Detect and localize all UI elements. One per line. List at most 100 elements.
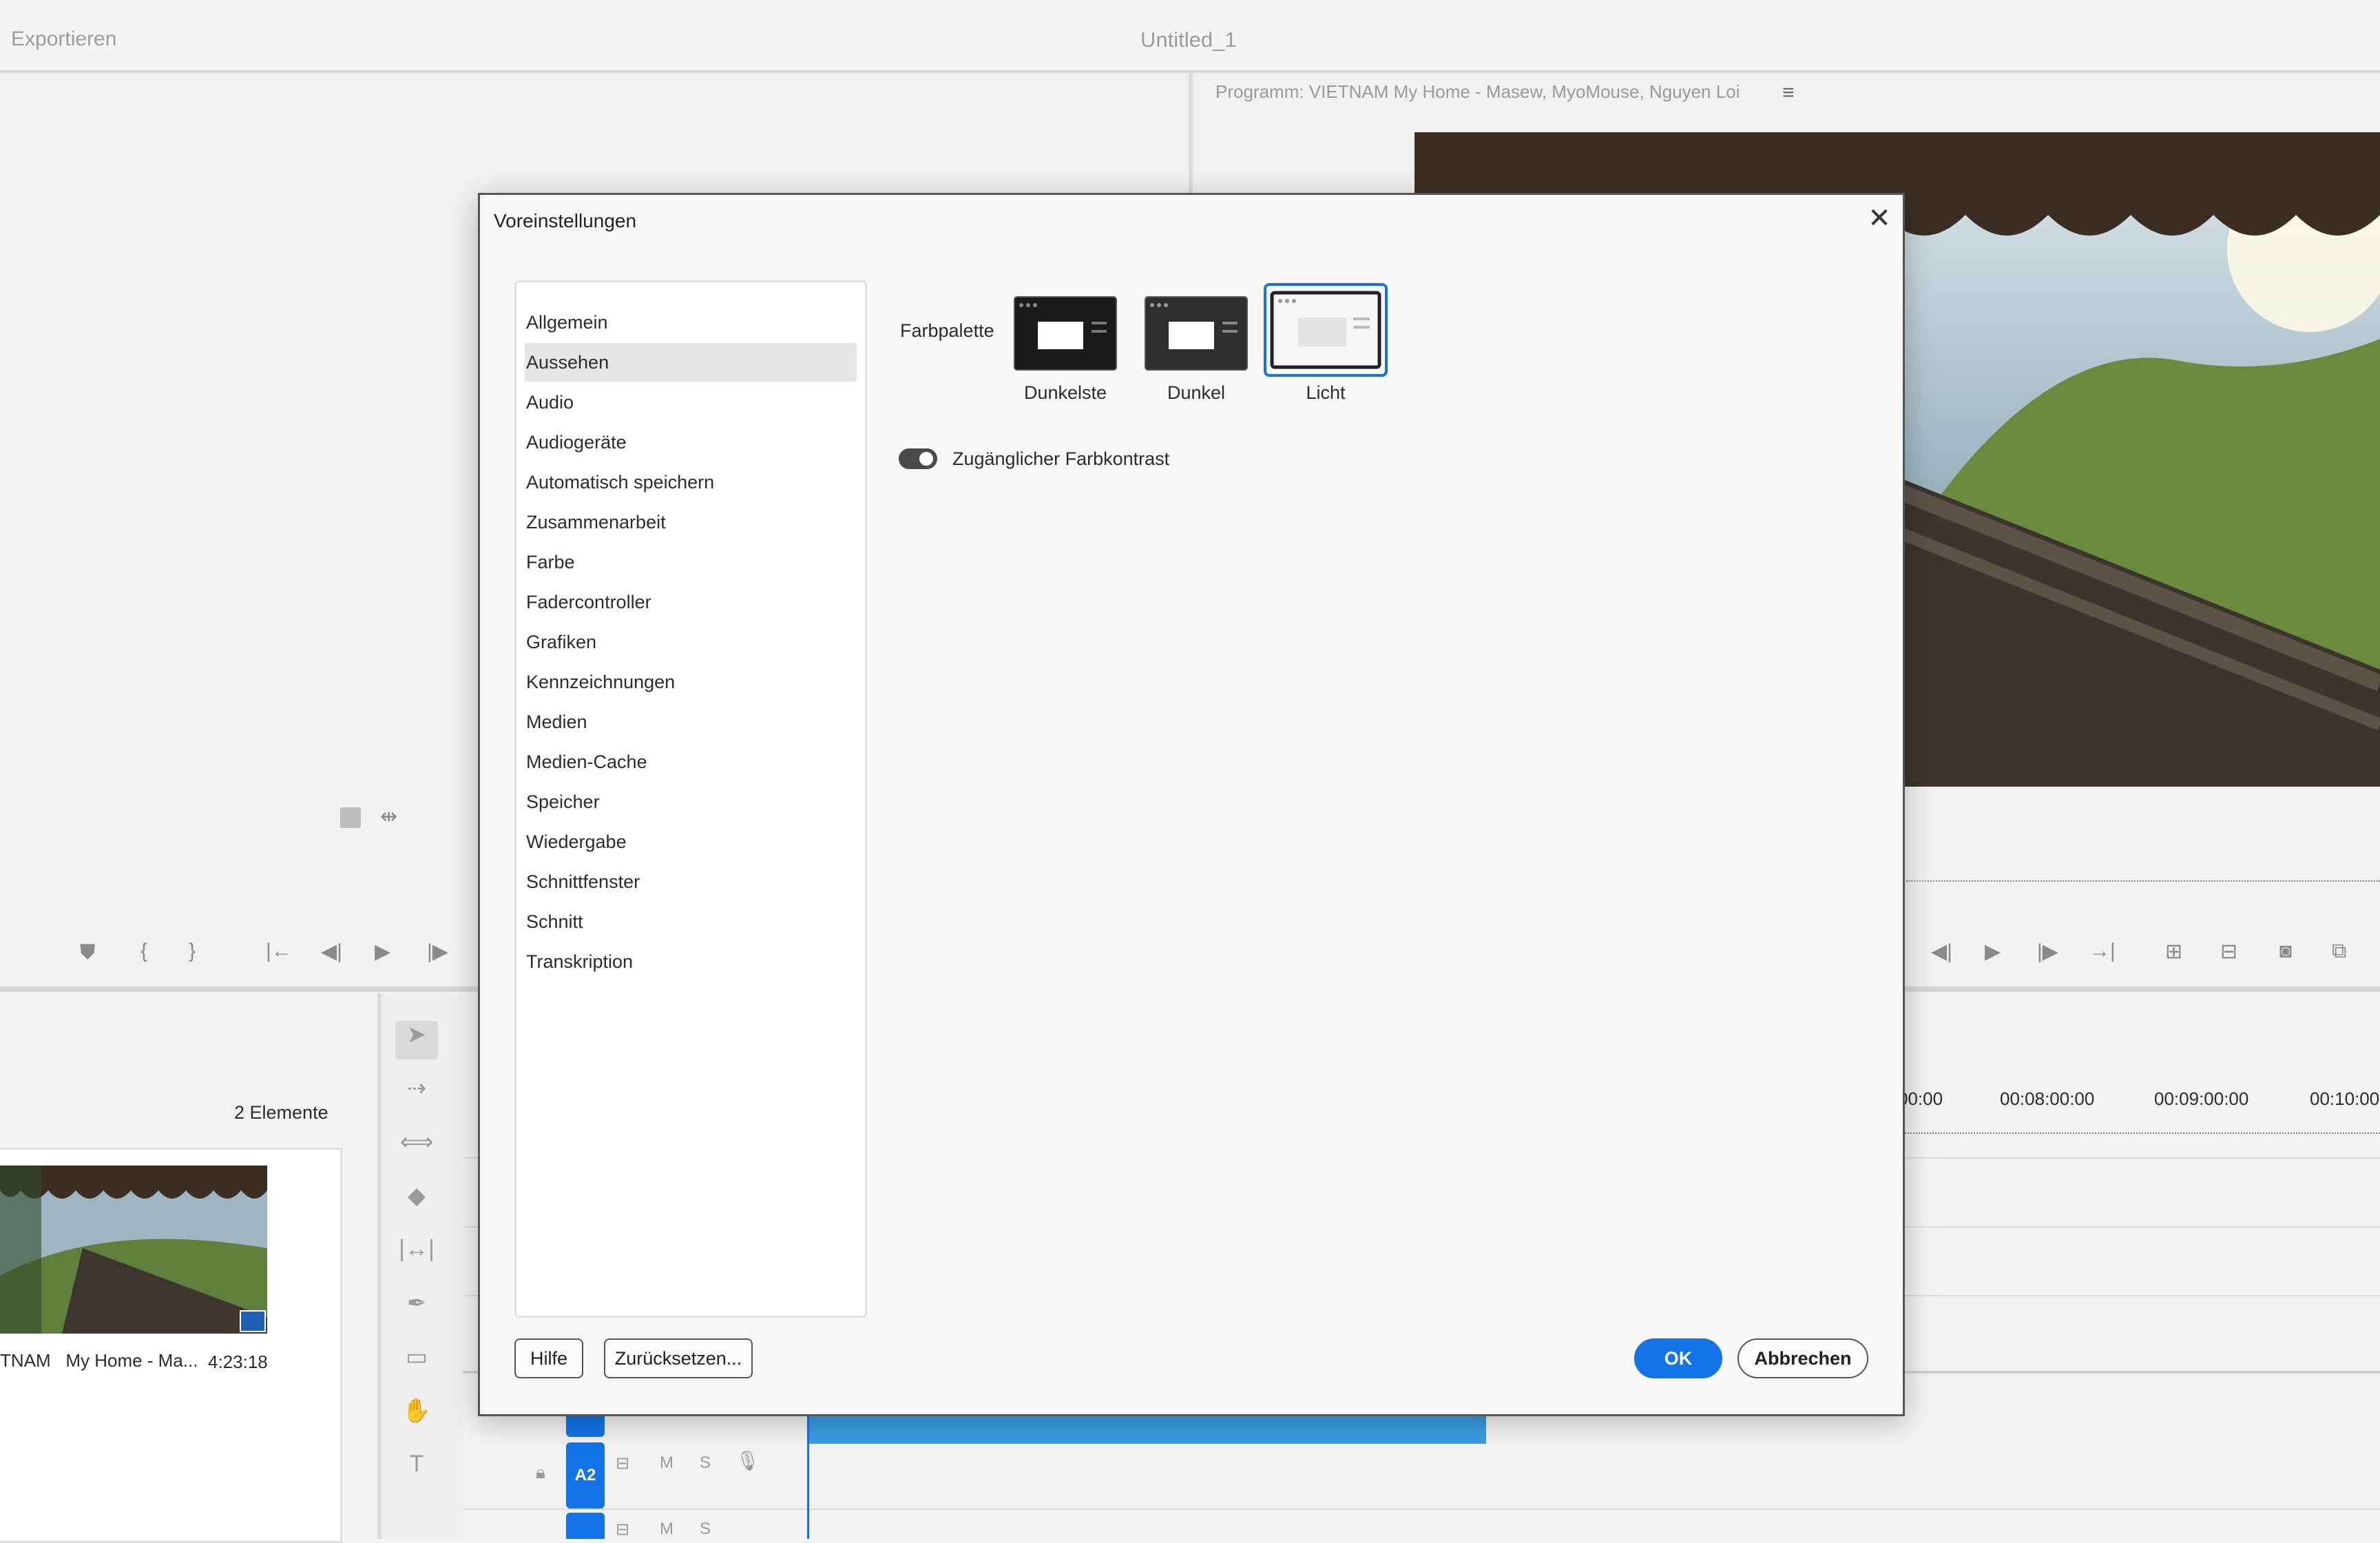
category-grafiken[interactable]: Grafiken (525, 623, 857, 661)
source-insert-icon[interactable]: ⇹ (380, 805, 397, 829)
clip-thumbnail[interactable] (0, 1166, 267, 1334)
clip-badge-icon (240, 1310, 266, 1332)
step-forward-icon[interactable]: |▶ (427, 940, 448, 964)
accessible-contrast-label: Zugänglicher Farbkontrast (952, 448, 1170, 469)
category-audio[interactable]: Audio (525, 383, 857, 422)
category-label: Aussehen (526, 352, 609, 373)
hand-tool-icon[interactable]: ✋ (395, 1397, 438, 1436)
category-label: Medien (526, 712, 587, 732)
hamburger-menu-icon[interactable]: ≡ (1782, 81, 1795, 105)
palette-darkest-option[interactable] (1010, 291, 1120, 373)
track-a2-mute[interactable]: M (660, 1453, 674, 1473)
category-label: Grafiken (526, 632, 597, 652)
category-allgemein[interactable]: Allgemein (525, 303, 857, 342)
export-tab[interactable]: Exportieren (11, 28, 116, 51)
close-icon[interactable]: ✕ (1864, 203, 1894, 234)
play-icon[interactable]: ▶ (375, 940, 390, 964)
program-go-to-out-icon[interactable]: →| (2089, 940, 2116, 963)
category-transkription[interactable]: Transkription (525, 942, 857, 981)
add-marker-icon[interactable]: ⛊ (80, 941, 96, 964)
category-kennzeichnungen[interactable]: Kennzeichnungen (525, 663, 857, 701)
step-back-icon[interactable]: ◀| (321, 940, 342, 964)
comparison-view-icon[interactable]: ⧉ (2332, 940, 2346, 963)
category-label: Fadercontroller (526, 592, 651, 612)
category-label: Schnittfenster (526, 871, 640, 892)
selection-tool-icon[interactable]: ➤ (395, 1021, 438, 1059)
dialog-title-bar[interactable] (480, 195, 1903, 245)
extract-icon[interactable]: ⊟ (2220, 940, 2237, 964)
category-label: Allgemein (526, 312, 608, 333)
type-tool-icon[interactable]: T (395, 1451, 438, 1489)
rectangle-tool-icon[interactable]: ▭ (395, 1343, 438, 1382)
category-fadercontroller[interactable]: Fadercontroller (525, 583, 857, 621)
category-wiedergabe[interactable]: Wiedergabe (525, 822, 857, 861)
category-label: Audiogeräte (526, 432, 627, 453)
category-zusammenarbeit[interactable]: Zusammenarbeit (525, 503, 857, 541)
playhead[interactable] (807, 1405, 809, 1539)
program-step-back-icon[interactable]: ◀| (1931, 940, 1952, 964)
toggle-knob (919, 452, 933, 466)
track-a2-solo[interactable]: S (700, 1453, 711, 1473)
category-schnittfenster[interactable]: Schnittfenster (525, 862, 857, 901)
cancel-button[interactable]: Abbrechen (1737, 1338, 1868, 1378)
microphone-icon[interactable]: 🎙︎ (735, 1449, 760, 1472)
help-button[interactable]: Hilfe (514, 1338, 583, 1378)
category-schnitt[interactable]: Schnitt (525, 902, 857, 941)
track-a2-button[interactable]: A2 (566, 1442, 605, 1509)
category-label: Farbe (526, 552, 575, 572)
reset-button[interactable]: Zurücksetzen... (604, 1338, 753, 1378)
category-automatisch-speichern[interactable]: Automatisch speichern (525, 463, 857, 501)
category-label: Automatisch speichern (526, 472, 715, 493)
clip-name[interactable]: TNAM My Home - Ma... (0, 1350, 198, 1371)
palette-light-thumbnail (1270, 291, 1381, 369)
accessible-contrast-toggle[interactable] (899, 448, 937, 469)
category-label: Kennzeichnungen (526, 672, 676, 692)
export-frame-icon[interactable]: ◙ (2279, 940, 2292, 963)
category-medien[interactable]: Medien (525, 703, 857, 741)
palette-dark-label: Dunkel (1167, 382, 1226, 403)
palette-darkest-thumbnail (1014, 296, 1117, 371)
track-a3-solo[interactable]: S (700, 1520, 711, 1539)
category-speicher[interactable]: Speicher (525, 783, 857, 821)
palette-light-label: Licht (1306, 382, 1346, 403)
palette-light-option[interactable] (1264, 283, 1388, 377)
sync-lock-icon[interactable]: ⊟ (616, 1520, 629, 1540)
go-to-in-icon[interactable]: |← (266, 940, 292, 963)
timeline-ruler[interactable] (1905, 1116, 2380, 1134)
timecode-4: 00:10:00 (2310, 1088, 2380, 1109)
category-label: Schnitt (526, 911, 583, 932)
program-play-icon[interactable]: ▶ (1985, 940, 2001, 964)
timecode-2: 00:08:00:00 (2000, 1088, 2095, 1109)
track-a3-mute[interactable]: M (660, 1520, 674, 1539)
lock-icon[interactable]: 🔒︎ (536, 1462, 545, 1484)
mark-in-icon[interactable]: { (140, 940, 147, 963)
category-farbe[interactable]: Farbe (525, 543, 857, 581)
razor-tool-icon[interactable]: ◆ (395, 1182, 438, 1221)
source-settings-icon[interactable] (340, 807, 361, 828)
program-monitor-header: Programm: VIETNAM My Home - Masew, MyoMo… (1215, 81, 1740, 102)
clip-thumbnail-image (0, 1166, 267, 1334)
category-label: Wiedergabe (526, 831, 627, 852)
document-title: Untitled_1 (1140, 28, 1237, 52)
palette-dark-option[interactable] (1141, 291, 1251, 373)
slip-tool-icon[interactable]: |↔| (395, 1236, 438, 1274)
timecode-3: 00:09:00:00 (2154, 1088, 2249, 1109)
category-audiogeraete[interactable]: Audiogeräte (525, 423, 857, 462)
track-a3-button[interactable] (566, 1513, 605, 1539)
ok-button[interactable]: OK (1634, 1338, 1722, 1378)
category-label: Transkription (526, 951, 634, 972)
sync-lock-icon[interactable]: ⊟ (616, 1453, 629, 1473)
category-aussehen[interactable]: Aussehen (525, 343, 857, 382)
program-time-ruler[interactable] (1906, 860, 2380, 882)
category-list: Allgemein Aussehen Audio Audiogeräte Aut… (514, 280, 867, 1318)
lift-icon[interactable]: ⊞ (2165, 940, 2182, 964)
project-item-count: 2 Elemente (234, 1102, 328, 1123)
program-step-forward-icon[interactable]: |▶ (2037, 940, 2058, 964)
ripple-edit-tool-icon[interactable]: ⟺ (395, 1128, 438, 1167)
pen-tool-icon[interactable]: ✒ (395, 1290, 438, 1328)
palette-dark-thumbnail (1145, 296, 1248, 371)
title-bar: Exportieren Untitled_1 (0, 7, 2380, 73)
category-medien-cache[interactable]: Medien-Cache (525, 743, 857, 781)
mark-out-icon[interactable]: } (189, 940, 196, 963)
track-select-tool-icon[interactable]: ⇢ (395, 1075, 438, 1113)
